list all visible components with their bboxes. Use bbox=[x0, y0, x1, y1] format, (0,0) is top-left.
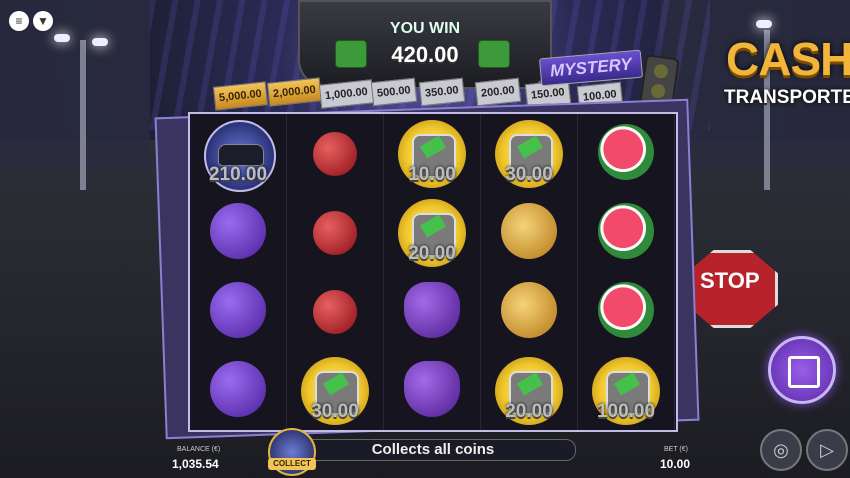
melon-symbol-icon bbox=[598, 282, 654, 338]
plum-symbol-icon bbox=[210, 282, 266, 338]
win-title: YOU WIN bbox=[389, 20, 461, 37]
reel-cell bbox=[481, 274, 577, 352]
reel-cell bbox=[578, 195, 674, 273]
jackpot-tag: 200.00 bbox=[474, 77, 521, 107]
balance-value: 1,035.54 bbox=[172, 457, 219, 471]
reel-cell bbox=[578, 116, 674, 194]
balance-label: BALANCE (€) bbox=[177, 446, 221, 453]
grapes-symbol-icon bbox=[404, 282, 460, 338]
lamp-light-left bbox=[54, 34, 70, 42]
coin-value: 30.00 bbox=[505, 164, 553, 185]
reel-cell bbox=[287, 195, 383, 273]
cash-stack-icon bbox=[335, 40, 367, 68]
lemon-symbol-icon bbox=[501, 203, 557, 259]
menu-icon[interactable]: ≡ bbox=[9, 11, 29, 31]
lamp-light-left-2 bbox=[92, 38, 108, 46]
coin-value: 20.00 bbox=[505, 401, 553, 422]
reel-cell: 30.00 bbox=[287, 353, 383, 431]
message-text: Collects all coins bbox=[371, 441, 495, 458]
reel-cell: 20.00 bbox=[384, 195, 480, 273]
reel-cell: 100.00 bbox=[578, 353, 674, 431]
street-lamp-left bbox=[80, 40, 86, 190]
reel-cell: 210.00 bbox=[190, 116, 286, 194]
grapes-symbol-icon bbox=[404, 361, 460, 417]
coin-value: 20.00 bbox=[408, 243, 456, 264]
reel-cell bbox=[578, 274, 674, 352]
jackpot-tag: 350.00 bbox=[418, 77, 465, 107]
reel-cell bbox=[287, 116, 383, 194]
coin-value: 210.00 bbox=[208, 164, 268, 185]
brand-icon[interactable]: ▼ bbox=[33, 11, 53, 31]
reel-cell: 30.00 bbox=[481, 116, 577, 194]
reel-cell: 10.00 bbox=[384, 116, 480, 194]
melon-symbol-icon bbox=[598, 124, 654, 180]
logo-transporter: TRANSPORTER bbox=[724, 87, 850, 108]
win-amount: 420.00 bbox=[391, 42, 459, 67]
cherry-symbol-icon bbox=[313, 290, 357, 334]
bet-label: BET (€) bbox=[664, 446, 688, 453]
reel-cell bbox=[384, 274, 480, 352]
reel-cell: 20.00 bbox=[481, 353, 577, 431]
cherry-symbol-icon bbox=[313, 211, 357, 255]
reel-grid: 210.00 30.00 10.00 20.00 30.00 20.00 100.00 bbox=[188, 112, 678, 432]
cherry-symbol-icon bbox=[313, 132, 357, 176]
bet-value: 10.00 bbox=[660, 457, 691, 471]
coin-value: 10.00 bbox=[408, 164, 456, 185]
collect-label: COLLECT bbox=[268, 458, 316, 470]
plum-symbol-icon bbox=[210, 203, 266, 259]
reel-cell bbox=[190, 195, 286, 273]
lemon-symbol-icon bbox=[501, 282, 557, 338]
plum-symbol-icon bbox=[210, 361, 266, 417]
reel-cell bbox=[190, 274, 286, 352]
reel-cell bbox=[287, 274, 383, 352]
coins-icon[interactable]: ◎ bbox=[760, 429, 802, 471]
melon-symbol-icon bbox=[598, 203, 654, 259]
coin-value: 30.00 bbox=[311, 401, 359, 422]
jackpot-tag: 500.00 bbox=[370, 77, 417, 107]
coin-value: 100.00 bbox=[596, 401, 656, 422]
reel-cell bbox=[190, 353, 286, 431]
spin-button[interactable] bbox=[768, 336, 836, 404]
autoplay-icon[interactable]: ▷ bbox=[806, 429, 848, 471]
lamp-light-right bbox=[756, 20, 772, 28]
stop-sign-text: STOP bbox=[700, 268, 760, 293]
reel-cell bbox=[384, 353, 480, 431]
stop-square-icon bbox=[788, 356, 820, 388]
logo-cash: CASH bbox=[726, 33, 850, 85]
reel-cell bbox=[481, 195, 577, 273]
